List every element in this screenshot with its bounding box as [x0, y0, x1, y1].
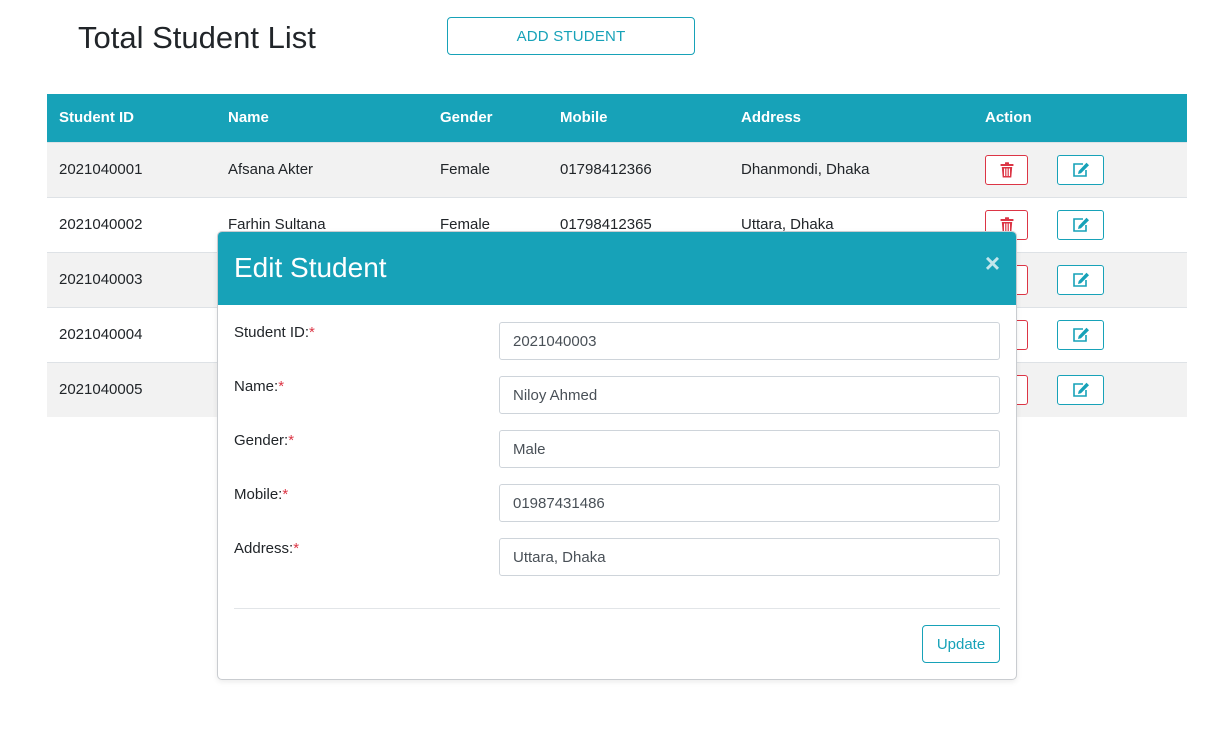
edit-icon	[1072, 217, 1089, 232]
close-icon[interactable]: ×	[985, 250, 1000, 276]
cell-gender: Female	[440, 161, 491, 178]
modal-title: Edit Student	[234, 252, 387, 283]
required-mark: *	[293, 540, 300, 557]
student-id-input[interactable]	[499, 322, 1000, 360]
required-mark: *	[278, 378, 285, 395]
modal-divider	[234, 608, 1000, 609]
gender-input[interactable]	[499, 430, 1000, 468]
cell-address: Dhanmondi, Dhaka	[741, 161, 870, 178]
cell-action	[973, 142, 1187, 197]
cell-mobile: 01798412366	[560, 161, 652, 178]
form-row-student-id: Student ID:*	[234, 322, 1000, 360]
edit-student-modal: Edit Student × Student ID:* Name:* Gende…	[217, 231, 1017, 680]
cell-student-id: 2021040003	[59, 271, 143, 288]
page-title: Total Student List	[78, 20, 316, 55]
cell-student-id: 2021040005	[59, 381, 143, 399]
edit-icon	[1072, 162, 1089, 177]
edit-button[interactable]	[1057, 319, 1105, 350]
form-row-address: Address:*	[234, 538, 1000, 576]
update-button[interactable]: Update	[922, 625, 1000, 663]
required-mark: *	[288, 432, 295, 449]
edit-icon	[1072, 382, 1089, 397]
field-label: Mobile:*	[234, 486, 289, 503]
cell-student-id: 2021040004	[59, 326, 143, 343]
modal-header: Edit Student ×	[218, 232, 1016, 305]
form-row-name: Name:*	[234, 376, 1000, 414]
delete-button[interactable]	[985, 154, 1028, 185]
address-input[interactable]	[499, 538, 1000, 576]
column-header-mobile: Mobile	[560, 109, 608, 127]
edit-button[interactable]	[1057, 264, 1105, 295]
edit-icon	[1072, 327, 1089, 342]
edit-button[interactable]	[1057, 154, 1105, 185]
column-header-name: Name	[228, 109, 269, 127]
table-row: 2021040001 Afsana Akter Female 017984123…	[47, 142, 1187, 197]
cell-student-id: 2021040002	[59, 216, 143, 233]
cell-name: Afsana Akter	[228, 161, 314, 178]
edit-icon	[1072, 272, 1089, 287]
cell-student-id: 2021040001	[59, 161, 143, 178]
required-mark: *	[282, 486, 289, 503]
field-label: Gender:*	[234, 432, 295, 449]
add-student-button[interactable]: ADD STUDENT	[447, 17, 695, 55]
required-mark: *	[309, 324, 315, 341]
mobile-input[interactable]	[499, 484, 1000, 522]
trash-icon	[1000, 161, 1013, 177]
field-label: Name:*	[234, 378, 285, 395]
form-row-mobile: Mobile:*	[234, 484, 1000, 522]
column-header-address: Address	[741, 109, 802, 127]
field-label: Student ID:*	[234, 324, 315, 341]
edit-button[interactable]	[1057, 209, 1105, 240]
form-row-gender: Gender:*	[234, 430, 1000, 468]
column-header-student-id: Student ID	[59, 109, 134, 127]
field-label: Address:*	[234, 540, 300, 557]
column-header-gender: Gender	[440, 109, 493, 127]
table-header-row: Student ID Name Gender Mobile Address Ac…	[47, 94, 1187, 142]
column-header-action: Action	[985, 109, 1032, 127]
name-input[interactable]	[499, 376, 1000, 414]
edit-button[interactable]	[1057, 374, 1105, 405]
